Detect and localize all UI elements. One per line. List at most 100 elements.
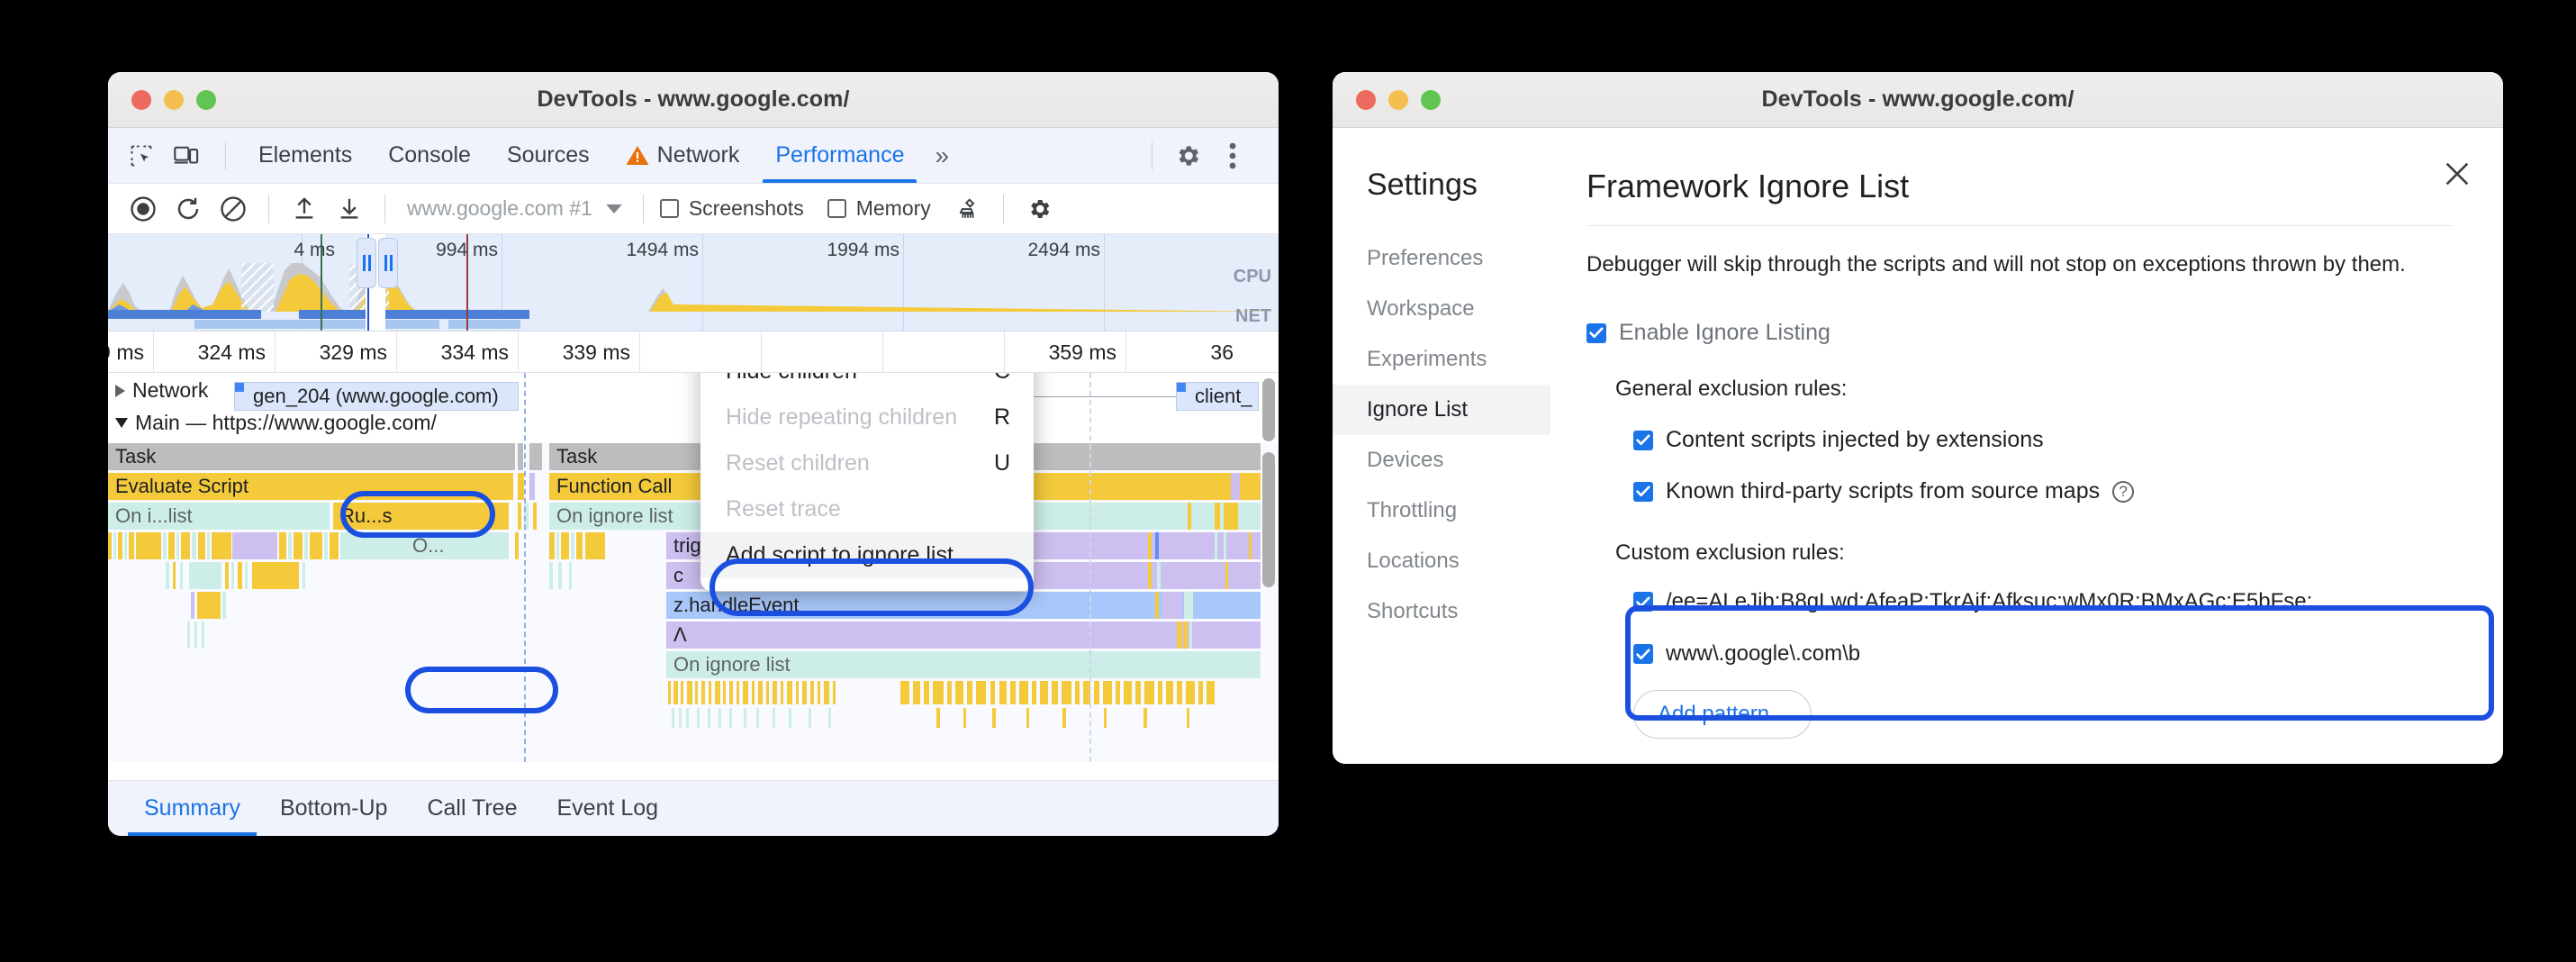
selection-handle-left[interactable] (357, 238, 376, 288)
add-pattern-label: Add pattern... (1658, 702, 1787, 727)
tab-call-tree[interactable]: Call Tree (407, 781, 537, 836)
network-request-client[interactable]: client_ (1176, 382, 1259, 411)
sidebar-item-preferences[interactable]: Preferences (1333, 233, 1550, 284)
screenshots-checkbox-row[interactable]: Screenshots (660, 196, 804, 221)
sidebar-item-shortcuts[interactable]: Shortcuts (1333, 586, 1550, 637)
network-group-header[interactable]: Network (115, 378, 208, 403)
network-request-gen204[interactable]: gen_204 (www.google.com) (234, 382, 519, 411)
sidebar-item-locations[interactable]: Locations (1333, 536, 1550, 586)
context-menu-item-hide-children[interactable]: Hide children C (700, 373, 1034, 395)
general-rule-content-scripts-row[interactable]: Content scripts injected by extensions (1633, 427, 2453, 453)
tab-console[interactable]: Console (370, 128, 489, 183)
custom-rule-1-checkbox[interactable] (1633, 592, 1653, 612)
window-title: DevTools - www.google.com/ (108, 86, 1279, 113)
flame-chart[interactable]: Network gen_204 (www.google.com) client_… (108, 373, 1279, 762)
ruler-tick-0: 9 ms (108, 340, 153, 365)
tab-performance[interactable]: Performance (757, 128, 922, 183)
flame-bar-on-ignore-list-1[interactable]: On i...list (108, 503, 330, 530)
clear-icon[interactable] (212, 188, 254, 230)
flame-bar-label: Function Call (556, 475, 672, 498)
general-rule-third-party-row[interactable]: Known third-party scripts from source ma… (1633, 478, 2453, 504)
screenshot-stage: DevTools - www.google.com/ (0, 0, 2576, 962)
flame-bar-evaluate-script[interactable]: Evaluate Script (108, 473, 513, 500)
custom-rule-2-checkbox[interactable] (1633, 644, 1653, 664)
inspect-element-icon[interactable] (121, 135, 162, 177)
help-question-icon[interactable]: ? (2112, 481, 2134, 503)
tab-elements[interactable]: Elements (240, 128, 370, 183)
selection-handle-right[interactable] (378, 238, 398, 288)
enable-ignore-listing-row[interactable]: Enable Ignore Listing (1586, 320, 2453, 346)
third-party-scripts-checkbox[interactable] (1633, 482, 1653, 502)
ruler-tick-1: 324 ms (198, 340, 275, 365)
flame-micro-bars-row5 (108, 592, 522, 619)
flame-bar-label: On i...list (115, 504, 193, 528)
screenshots-checkbox[interactable] (660, 199, 679, 218)
context-menu-label: Hide repeating children (726, 404, 957, 431)
enable-ignore-listing-checkbox[interactable] (1586, 323, 1606, 343)
context-menu-label: Reset children (726, 450, 870, 476)
collect-garbage-icon[interactable] (947, 188, 989, 230)
flame-bar-run-scripts[interactable]: Ru...s (333, 503, 509, 530)
sidebar-item-devices[interactable]: Devices (1333, 435, 1550, 486)
sidebar-item-throttling[interactable]: Throttling (1333, 486, 1550, 536)
sidebar-item-experiments[interactable]: Experiments (1333, 334, 1550, 385)
custom-rule-row-1[interactable]: /ee=ALeJib:B8gLwd;AfeaP:TkrAjf;Afksuc:wM… (1633, 589, 2453, 614)
grid-dashed-line (1089, 373, 1091, 762)
record-circle-icon[interactable] (122, 188, 164, 230)
warning-triangle-icon (626, 145, 649, 166)
chevron-down-icon[interactable] (115, 418, 128, 428)
toolbar-divider-3 (384, 195, 385, 223)
reload-record-icon[interactable] (167, 188, 209, 230)
flame-bar-label: Evaluate Script (115, 475, 249, 498)
add-pattern-button[interactable]: Add pattern... (1633, 690, 1812, 739)
context-menu-item-add-script-to-ignore-list[interactable]: Add script to ignore list (700, 532, 1034, 578)
gear-icon[interactable] (1167, 135, 1208, 177)
tab-bottom-up-label: Bottom-Up (280, 795, 387, 821)
more-tabs-button[interactable]: » (922, 128, 962, 183)
flame-bar-o-truncated[interactable]: O... (342, 532, 509, 559)
flame-right-tail (1148, 443, 1265, 713)
capture-settings-gear-icon[interactable] (1018, 188, 1060, 230)
chevron-right-icon[interactable] (115, 385, 125, 397)
sidebar-item-ignore-list[interactable]: Ignore List (1333, 385, 1550, 435)
settings-body: Settings Preferences Workspace Experimen… (1333, 128, 2503, 764)
general-exclusion-rules-heading: General exclusion rules: (1615, 377, 2453, 402)
flame-bar-task-1[interactable]: Task (108, 443, 515, 470)
tab-event-log[interactable]: Event Log (538, 781, 679, 836)
flame-scrollbar-thumb-top[interactable] (1262, 378, 1275, 441)
net-band-2 (299, 310, 371, 319)
flame-context-menu[interactable]: Hide function H Hide children C Hide rep… (700, 373, 1034, 591)
overview-tick-2: 1494 ms (626, 240, 702, 261)
custom-rule-row-2[interactable]: www\.google\.com\b (1633, 641, 2453, 667)
overview-tick-1: 994 ms (436, 240, 502, 261)
chevron-down-icon[interactable] (605, 203, 623, 215)
overview-tick-3: 1994 ms (827, 240, 903, 261)
performance-toolbar: www.google.com #1 Screenshots Memory (108, 184, 1279, 234)
flame-bar-label: On ignore list (673, 653, 791, 676)
network-request-gen204-label: gen_204 (www.google.com) (242, 385, 499, 407)
timeline-overview[interactable]: 4 ms 994 ms 1494 ms 1994 ms 2494 ms CPU … (108, 234, 1279, 331)
tab-bottom-up[interactable]: Bottom-Up (260, 781, 407, 836)
upload-profile-icon[interactable] (284, 188, 325, 230)
content-scripts-checkbox[interactable] (1633, 431, 1653, 450)
close-icon[interactable] (2442, 159, 2472, 189)
download-profile-icon[interactable] (329, 188, 370, 230)
sidebar-item-workspace[interactable]: Workspace (1333, 284, 1550, 334)
flame-scrollbar-thumb[interactable] (1262, 452, 1275, 587)
device-toolbar-icon[interactable] (166, 135, 207, 177)
tab-network[interactable]: Network (608, 128, 758, 183)
memory-checkbox[interactable] (827, 199, 846, 218)
sidebar-item-label: Devices (1367, 448, 1443, 472)
toolbar-divider-5 (1003, 195, 1004, 223)
sidebar-item-label: Experiments (1367, 347, 1487, 371)
kebab-menu-icon[interactable] (1212, 135, 1253, 177)
time-cursor-dashed-line (524, 373, 526, 762)
tab-sources[interactable]: Sources (489, 128, 608, 183)
custom-rule-1-label: /ee=ALeJib:B8gLwd;AfeaP:TkrAjf;Afksuc:wM… (1666, 589, 2334, 614)
memory-checkbox-row[interactable]: Memory (827, 196, 931, 221)
ruler-tick-4: 339 ms (563, 340, 639, 365)
tab-summary[interactable]: Summary (124, 781, 260, 836)
context-menu-shortcut: U (971, 450, 1010, 476)
main-group-header[interactable]: Main — https://www.google.com/ (115, 411, 437, 435)
session-selector[interactable]: www.google.com #1 (407, 196, 627, 221)
